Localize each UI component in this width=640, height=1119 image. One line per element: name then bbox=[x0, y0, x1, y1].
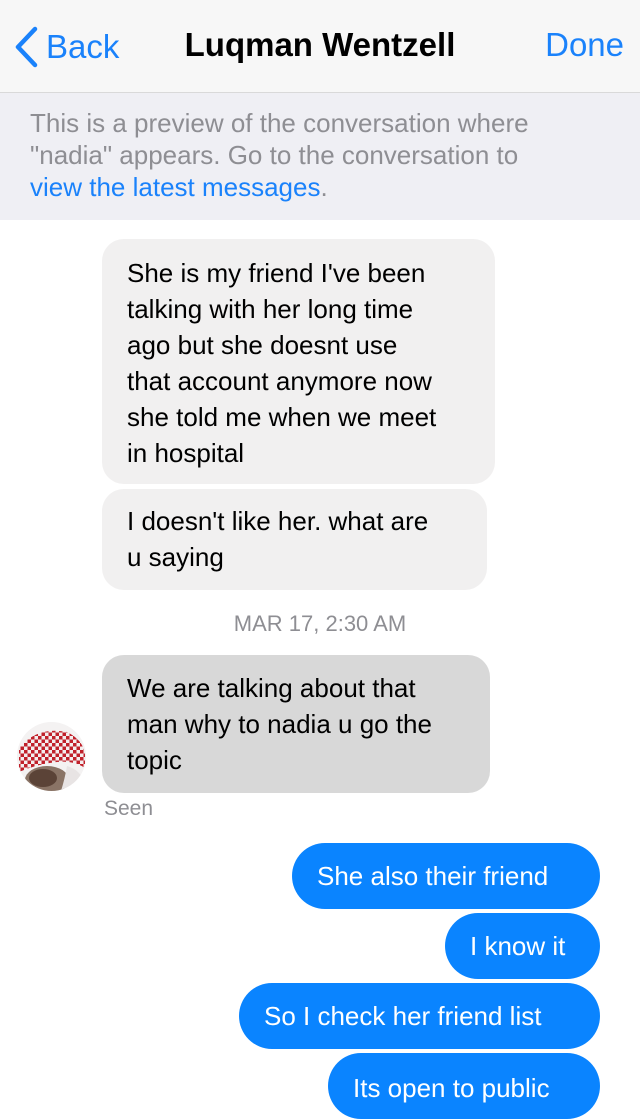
message-line: She is my friend I've been bbox=[127, 258, 426, 288]
message-line: man why to nadia u go the bbox=[127, 709, 432, 739]
view-latest-messages-link[interactable]: view the latest messages bbox=[30, 172, 320, 202]
message-text: So I check her friend list bbox=[264, 1001, 542, 1031]
incoming-message-bubble[interactable]: She is my friend I've been talking with … bbox=[102, 239, 495, 484]
avatar[interactable] bbox=[17, 722, 86, 791]
done-button[interactable]: Done bbox=[545, 26, 624, 64]
avatar-image bbox=[17, 722, 86, 791]
incoming-message-bubble-highlighted[interactable]: We are talking about that man why to nad… bbox=[102, 655, 490, 793]
outgoing-message-bubble[interactable]: I know it bbox=[445, 913, 600, 979]
back-button[interactable]: Back bbox=[14, 24, 119, 70]
incoming-message-bubble[interactable]: I doesn't like her. what are u saying bbox=[102, 489, 487, 590]
message-line: that account anymore now bbox=[127, 366, 432, 396]
chevron-left-icon bbox=[15, 26, 38, 68]
banner-line-3: view the latest messages. bbox=[30, 171, 610, 203]
message-line: she told me when we meet bbox=[127, 402, 437, 432]
message-line: in hospital bbox=[127, 438, 245, 468]
banner-suffix: . bbox=[320, 172, 328, 202]
message-line: topic bbox=[127, 745, 182, 775]
message-line: u saying bbox=[127, 542, 224, 572]
seen-indicator: Seen bbox=[104, 797, 154, 820]
message-line: I doesn't like her. what are bbox=[127, 506, 429, 536]
message-text: I know it bbox=[470, 931, 566, 961]
banner-line-2: "nadia" appears. Go to the conversation … bbox=[30, 140, 519, 170]
message-timestamp: MAR 17, 2:30 AM bbox=[233, 611, 407, 636]
message-line: We are talking about that bbox=[127, 673, 416, 703]
banner-line-1: This is a preview of the conversation wh… bbox=[30, 108, 529, 138]
message-line: talking with her long time bbox=[127, 294, 414, 324]
message-line: ago but she doesnt use bbox=[127, 330, 398, 360]
message-text: Its open to public bbox=[353, 1073, 550, 1103]
message-text: She also their friend bbox=[317, 861, 549, 891]
outgoing-message-bubble[interactable]: So I check her friend list bbox=[239, 983, 600, 1049]
outgoing-message-bubble[interactable]: Its open to public bbox=[328, 1053, 600, 1119]
preview-banner: This is a preview of the conversation wh… bbox=[0, 93, 640, 220]
nav-bar: Back Luqman Wentzell Done bbox=[0, 0, 640, 93]
outgoing-message-bubble[interactable]: She also their friend bbox=[292, 843, 600, 909]
back-label: Back bbox=[46, 28, 120, 65]
